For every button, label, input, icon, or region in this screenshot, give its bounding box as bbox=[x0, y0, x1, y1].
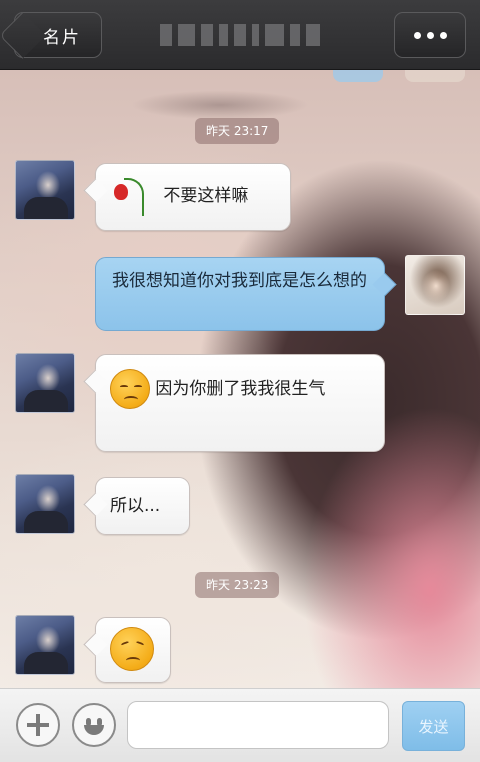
sad-face-emoji-icon bbox=[110, 369, 150, 409]
message-text: 不要这样嘛 bbox=[163, 186, 249, 206]
add-attachment-button[interactable] bbox=[16, 703, 60, 747]
more-dot-icon bbox=[439, 31, 447, 39]
contact-avatar[interactable] bbox=[15, 160, 75, 220]
emoji-button[interactable] bbox=[72, 703, 116, 747]
message-input[interactable] bbox=[127, 701, 389, 749]
send-button[interactable]: 发送 bbox=[402, 701, 465, 751]
message-text: 因为你删了我我很生气 bbox=[155, 379, 326, 399]
my-avatar[interactable] bbox=[405, 255, 465, 315]
input-bar: 发送 bbox=[0, 688, 480, 762]
contact-avatar[interactable] bbox=[15, 615, 75, 675]
incoming-message[interactable]: 不要这样嘛 bbox=[95, 163, 291, 231]
contact-avatar[interactable] bbox=[15, 353, 75, 413]
rose-icon bbox=[110, 176, 158, 216]
timestamp: 昨天 23:23 bbox=[195, 572, 280, 598]
outgoing-message[interactable]: 我很想知道你对我到底是怎么想的 bbox=[95, 257, 385, 331]
previous-message-avatar bbox=[405, 70, 465, 82]
incoming-message[interactable] bbox=[95, 617, 171, 683]
more-options-button[interactable] bbox=[394, 12, 466, 58]
top-bar: 名片 bbox=[0, 0, 480, 70]
contact-avatar[interactable] bbox=[15, 474, 75, 534]
more-dot-icon bbox=[413, 31, 421, 39]
plus-icon bbox=[27, 714, 49, 736]
back-button-label: 名片 bbox=[43, 27, 81, 48]
incoming-message[interactable]: 所以... bbox=[95, 477, 190, 535]
timestamp: 昨天 23:17 bbox=[195, 118, 280, 144]
message-text: 我很想知道你对我到底是怎么想的 bbox=[112, 271, 367, 291]
contact-name-blurred bbox=[160, 22, 320, 48]
previous-message-bubble bbox=[333, 70, 383, 82]
worried-face-emoji-icon bbox=[110, 627, 154, 671]
message-text: 所以... bbox=[110, 496, 161, 516]
smile-face-icon bbox=[79, 710, 109, 740]
back-button[interactable]: 名片 bbox=[14, 12, 102, 58]
incoming-message[interactable]: 因为你删了我我很生气 bbox=[95, 354, 385, 452]
more-dot-icon bbox=[426, 31, 434, 39]
